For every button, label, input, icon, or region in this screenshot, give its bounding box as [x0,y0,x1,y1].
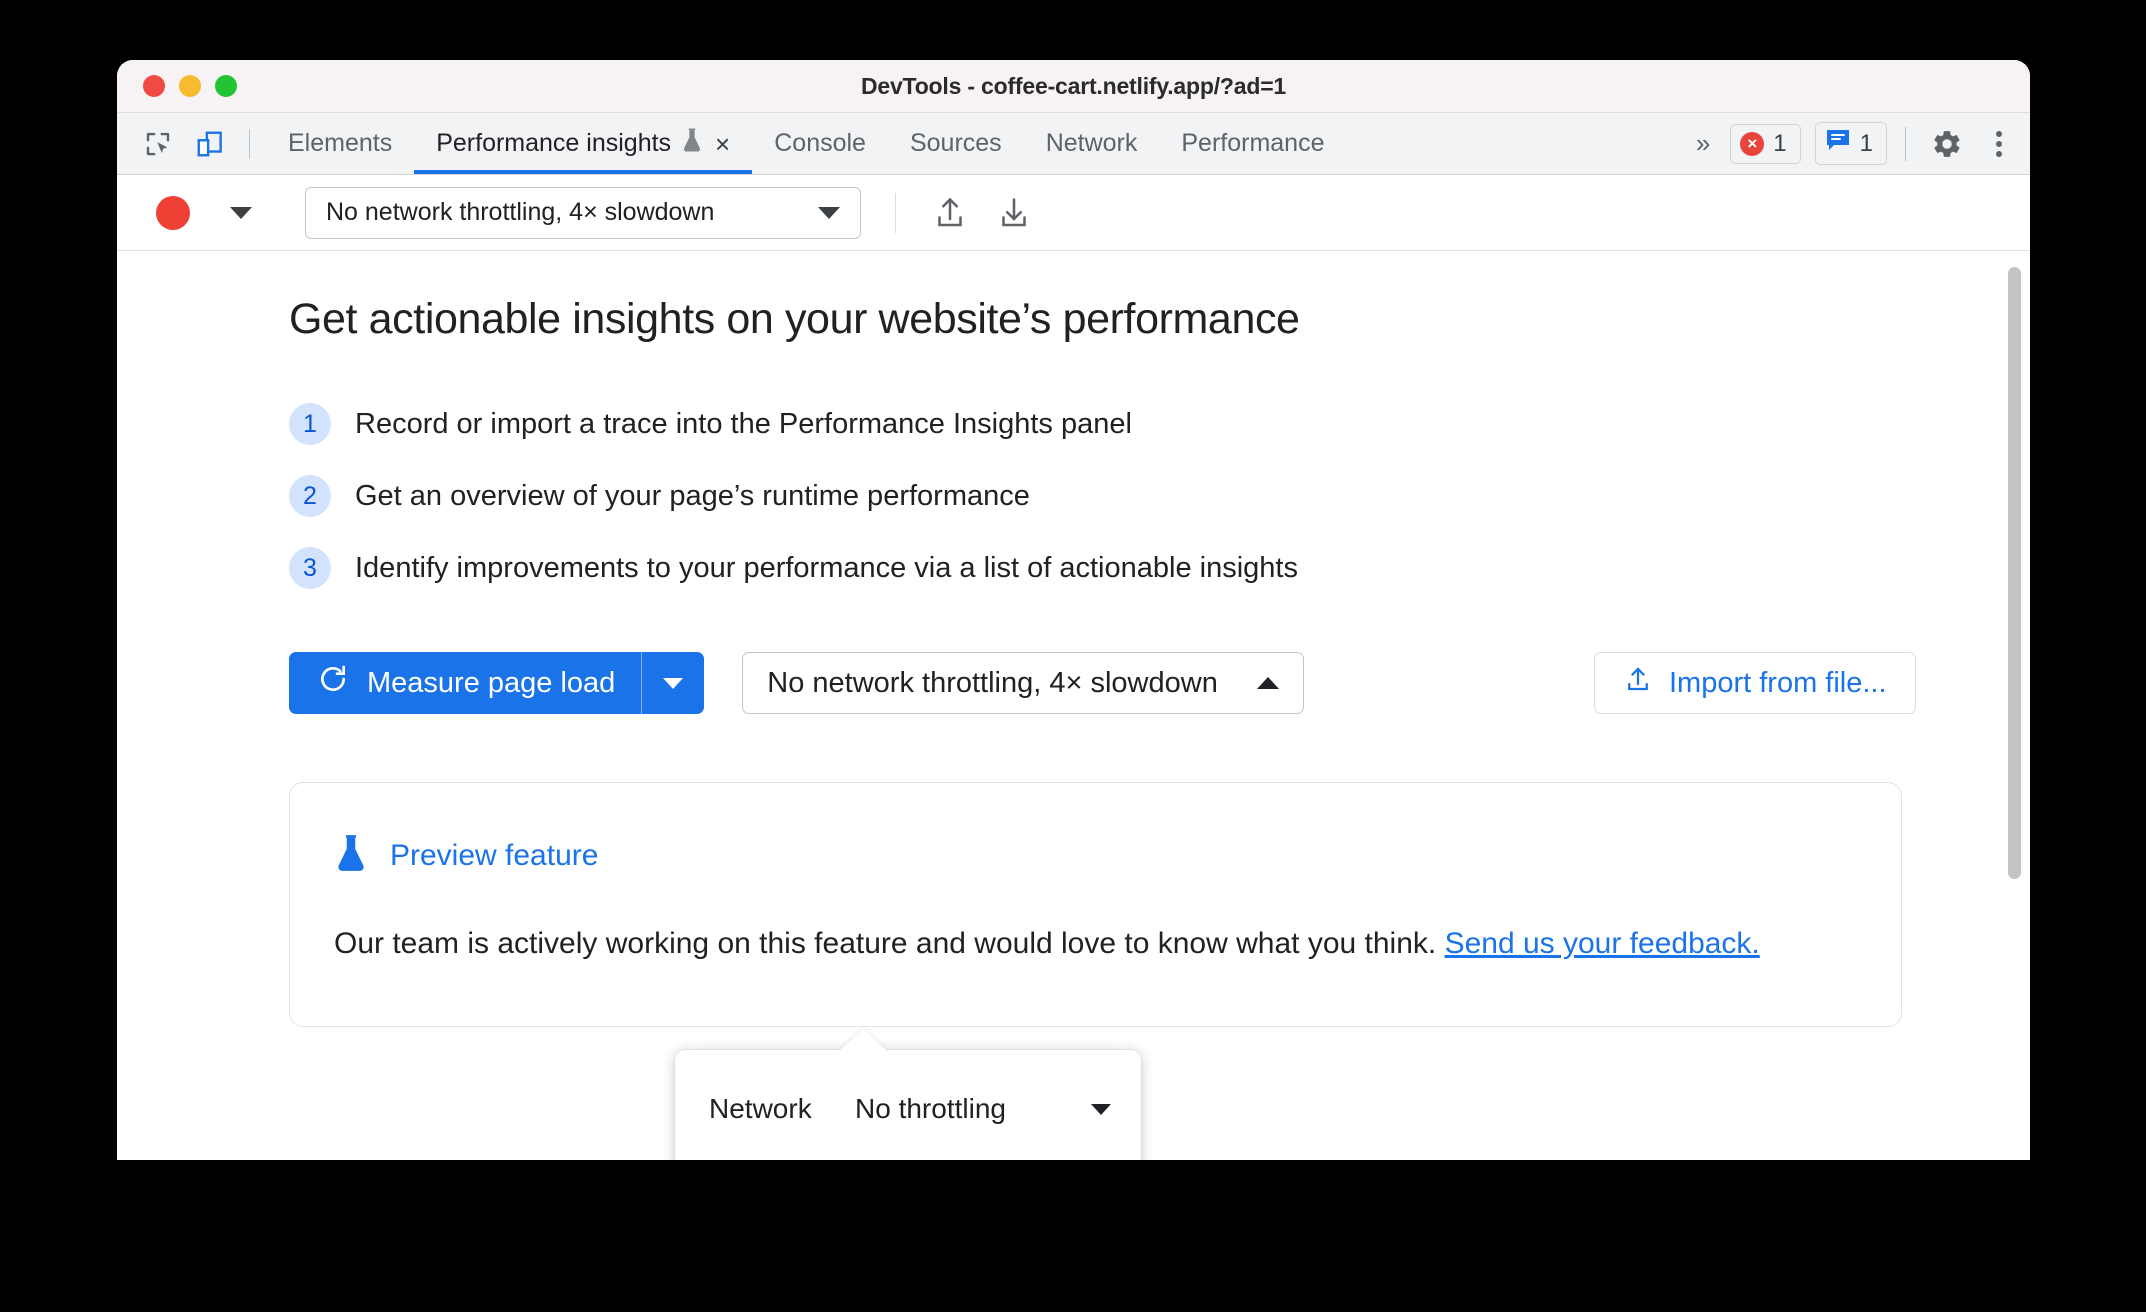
list-item: 1 Record or import a trace into the Perf… [289,388,2030,460]
throttling-select-value: No network throttling, 4× slowdown [767,666,1218,699]
panel-content: Get actionable insights on your website’… [117,251,2030,1160]
close-tab-icon[interactable]: × [715,131,730,157]
import-from-file-button[interactable]: Import from file... [1594,652,1916,714]
page-title: Get actionable insights on your website’… [289,295,1300,343]
gear-icon[interactable] [1924,121,1970,167]
measure-page-load-main[interactable]: Measure page load [289,652,641,714]
tab-console[interactable]: Console [752,113,888,174]
step-text: Get an overview of your page’s runtime p… [355,479,1030,512]
message-count: 1 [1859,129,1873,157]
popup-arrow [839,1029,887,1051]
preview-feature-text: Our team is actively working on this fea… [334,927,1445,960]
message-count-badge[interactable]: 1 [1814,122,1887,165]
tab-label: Performance [1181,129,1325,157]
chevron-up-icon [1257,677,1280,689]
record-button[interactable] [149,185,205,241]
network-value: No throttling [855,1093,1006,1124]
scrollbar-thumb[interactable] [2008,267,2021,879]
network-throttling-row[interactable]: Network No throttling [675,1072,1141,1146]
upload-icon [1623,664,1653,702]
preview-feature-body: Our team is actively working on this fea… [334,922,1834,966]
step-badge: 1 [289,403,331,445]
record-options-dropdown[interactable] [213,185,269,241]
step-text: Record or import a trace into the Perfor… [355,407,1132,440]
kebab-menu-icon[interactable] [1990,130,2008,157]
window-titlebar: DevTools - coffee-cart.netlify.app/?ad=1 [117,60,2030,113]
step-badge: 2 [289,475,331,517]
tab-label: Network [1045,129,1138,157]
chevron-down-icon [818,206,840,219]
step-text: Identify improvements to your performanc… [355,551,1298,584]
measure-options-dropdown[interactable] [642,652,704,714]
content-scrollbar[interactable] [2004,251,2024,1160]
throttling-select[interactable]: No network throttling, 4× slowdown [742,652,1305,714]
error-count: 1 [1773,129,1787,157]
inspect-element-icon[interactable] [135,121,181,167]
send-feedback-link[interactable]: Send us your feedback. [1445,927,1760,960]
chevron-down-icon[interactable] [1091,1103,1111,1115]
tabbar-right-controls: » × 1 1 [1686,121,2030,167]
tab-label: Sources [909,129,1002,157]
import-trace-button[interactable] [986,185,1042,241]
chevron-down-icon [663,677,684,689]
devtools-tabbar: Elements Performance insights × Console … [117,113,2030,175]
refresh-icon [317,663,349,703]
window-title: DevTools - coffee-cart.netlify.app/?ad=1 [860,72,1287,99]
preview-feature-header: Preview feature [334,833,1853,878]
tabbar-divider [1905,126,1906,161]
preview-feature-title: Preview feature [390,838,599,872]
tab-label: Performance insights [436,129,672,157]
action-row: Measure page load No network throttling,… [289,652,2030,714]
tab-network[interactable]: Network [1024,113,1160,174]
list-item: 2 Get an overview of your page’s runtime… [289,460,2030,532]
record-icon [156,195,190,230]
tab-label: Console [774,129,866,157]
error-count-badge[interactable]: × 1 [1730,123,1801,164]
toolbar-divider [895,192,896,233]
throttling-settings-popup: Network No throttling CPU 4× slowdown Di… [675,1029,1141,1160]
flask-icon [681,127,703,160]
network-label: Network [709,1093,812,1124]
toolbar-throttling-select[interactable]: No network throttling, 4× slowdown [305,186,861,239]
chevron-down-icon [230,206,252,219]
devtools-window: DevTools - coffee-cart.netlify.app/?ad=1… [117,60,2030,1160]
panel-tabs: Elements Performance insights × Console … [266,113,1347,174]
tab-elements[interactable]: Elements [266,113,414,174]
message-icon [1825,128,1851,159]
import-from-file-label: Import from file... [1669,666,1887,699]
onboarding-steps: 1 Record or import a trace into the Perf… [289,388,2030,604]
list-item: 3 Identify improvements to your performa… [289,532,2030,604]
performance-panel-toolbar: No network throttling, 4× slowdown [117,175,2030,251]
step-badge: 3 [289,547,331,589]
screen: DevTools - coffee-cart.netlify.app/?ad=1… [0,0,2146,1312]
tab-sources[interactable]: Sources [888,113,1024,174]
device-toolbar-icon[interactable] [187,121,233,167]
toolbar-throttling-value: No network throttling, 4× slowdown [326,198,715,226]
toolbar-divider [249,128,250,159]
measure-page-load-button[interactable]: Measure page load [289,652,705,714]
error-icon: × [1740,131,1765,156]
cpu-throttling-row[interactable]: CPU 4× slowdown [675,1146,1141,1160]
tab-performance-insights[interactable]: Performance insights × [414,113,753,174]
export-trace-button[interactable] [922,185,978,241]
tab-performance[interactable]: Performance [1159,113,1346,174]
preview-feature-card: Preview feature Our team is actively wor… [289,782,1902,1028]
flask-icon [334,833,368,878]
tab-label: Elements [288,129,393,157]
more-tabs-icon[interactable]: » [1686,128,1716,159]
measure-page-load-label: Measure page load [367,666,616,699]
